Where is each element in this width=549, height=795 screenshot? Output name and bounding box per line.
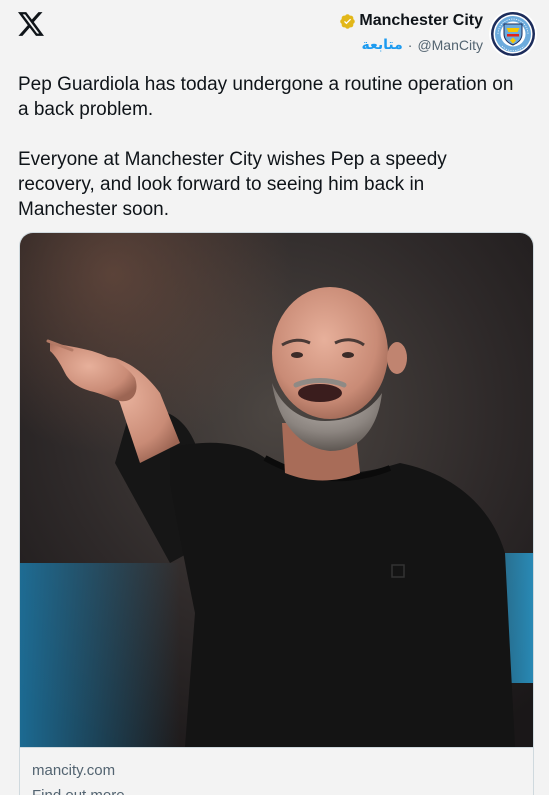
separator-dot: · — [407, 36, 413, 53]
x-logo-icon[interactable] — [18, 12, 44, 36]
account-text: Manchester City متابعة · @ManCity — [339, 10, 483, 53]
link-card[interactable]: mancity.com Find out more — [19, 232, 534, 795]
account-name-row: Manchester City — [339, 10, 483, 32]
account-subline: متابعة · @ManCity — [361, 36, 483, 53]
tweet-paragraph-2: Everyone at Manchester City wishes Pep a… — [18, 149, 453, 220]
card-domain[interactable]: mancity.com — [32, 762, 523, 779]
account-header[interactable]: Manchester City متابعة · @ManCity — [339, 10, 537, 58]
account-handle[interactable]: @ManCity — [417, 37, 483, 53]
follow-button[interactable]: متابعة — [361, 36, 402, 53]
avatar[interactable] — [489, 10, 537, 58]
card-meta: mancity.com Find out more — [20, 747, 533, 795]
tweet-embed: Manchester City متابعة · @ManCity Pep Gu… — [0, 0, 549, 795]
card-photo[interactable] — [20, 233, 534, 747]
tweet-text: Pep Guardiola has today undergone a rout… — [18, 72, 528, 222]
account-name[interactable]: Manchester City — [359, 12, 483, 30]
card-cta[interactable]: Find out more — [32, 787, 523, 795]
tweet-paragraph-1: Pep Guardiola has today undergone a rout… — [18, 74, 519, 120]
verified-badge-icon — [340, 13, 356, 29]
